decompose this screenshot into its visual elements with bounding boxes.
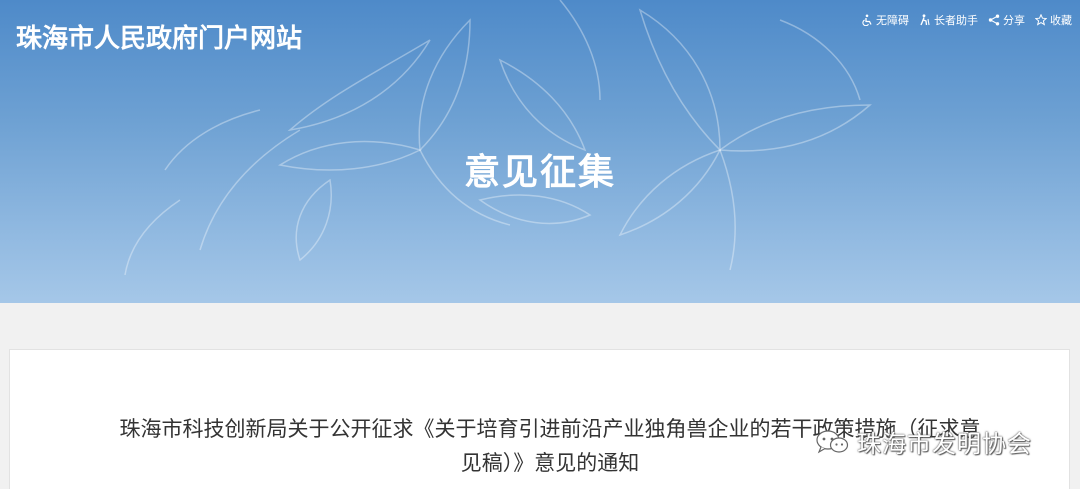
favorite-label: 收藏 <box>1050 14 1072 27</box>
wechat-icon <box>816 429 849 453</box>
elderly-assist-label: 长者助手 <box>934 14 978 27</box>
share-label: 分享 <box>1003 14 1025 27</box>
header-toolbar: 无障碍 长者助手 分享 收藏 <box>861 12 1072 28</box>
page: 珠海市人民政府门户网站 无障碍 长者助手 分享 收藏 意见征集 珠海市科技创新局… <box>0 0 1080 489</box>
accessibility-button[interactable]: 无障碍 <box>861 12 909 28</box>
accessibility-label: 无障碍 <box>876 14 909 27</box>
site-title[interactable]: 珠海市人民政府门户网站 <box>16 18 302 55</box>
header-banner: 珠海市人民政府门户网站 无障碍 长者助手 分享 收藏 意见征集 <box>0 0 1080 303</box>
watermark-text: 珠海市发明协会 <box>857 431 1032 458</box>
star-icon <box>1035 14 1047 26</box>
elderly-assist-icon <box>919 14 931 26</box>
elderly-assist-button[interactable]: 长者助手 <box>919 12 978 28</box>
watermark: 珠海市发明协会 <box>815 424 1032 459</box>
content-card: 珠海市科技创新局关于公开征求《关于培育引进前沿产业独角兽企业的若干政策措施（征求… <box>9 349 1070 489</box>
favorite-button[interactable]: 收藏 <box>1035 12 1072 28</box>
accessibility-icon <box>861 14 873 26</box>
share-icon <box>988 14 1000 26</box>
share-button[interactable]: 分享 <box>988 12 1025 28</box>
section-title: 意见征集 <box>463 152 616 193</box>
